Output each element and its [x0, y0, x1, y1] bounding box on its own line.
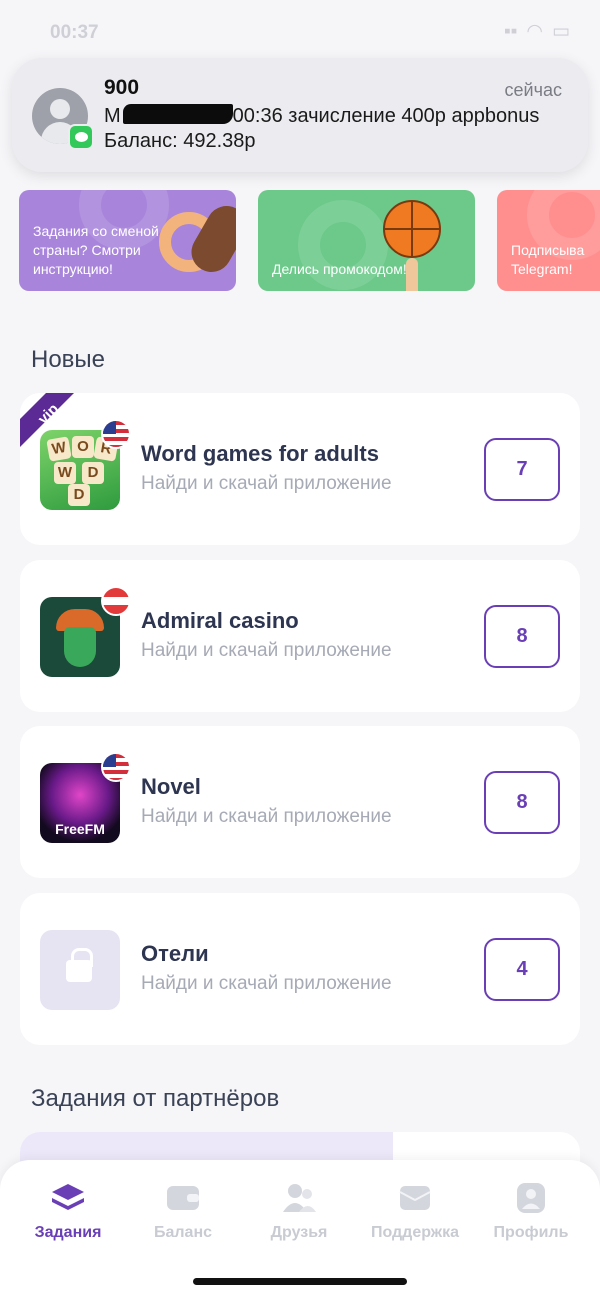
layers-icon — [52, 1184, 84, 1210]
promo-banner-promocode[interactable]: Делись промокодом! — [258, 190, 475, 291]
us-flag-icon — [101, 419, 131, 449]
promo-banner-country-change[interactable]: Задания со сменой страны? Смотри инструк… — [19, 190, 236, 291]
tab-label: Баланс — [153, 1224, 213, 1241]
lock-icon — [66, 948, 93, 982]
word-tile: W — [54, 462, 76, 484]
signal-icon: ▪▪ — [503, 20, 518, 42]
promo-banner-telegram[interactable]: Подписыва Telegram! — [497, 190, 600, 291]
task-card[interactable]: Admiral casino Найди и скачай приложение… — [20, 560, 580, 712]
banner-text: Делись промокодом! — [272, 261, 407, 277]
notification-balance: Баланс: 492.38р — [104, 130, 256, 152]
tab-profile[interactable]: Профиль — [471, 1182, 591, 1242]
basketball-icon — [383, 200, 441, 258]
wallet-icon — [167, 1186, 199, 1210]
tab-tasks[interactable]: Задания — [8, 1182, 128, 1242]
notification-message-prefix: M — [104, 105, 121, 127]
task-reward[interactable]: 4 — [484, 938, 560, 1001]
banner-text: Подписыва Telegram! — [511, 242, 585, 277]
battery-icon: ▭ — [552, 21, 570, 42]
finger-illustration-icon — [406, 258, 418, 291]
tab-support[interactable]: Поддержка — [355, 1182, 475, 1242]
home-indicator[interactable] — [193, 1278, 407, 1285]
task-subtitle: Найди и скачай приложение — [141, 973, 392, 994]
promo-banners-carousel[interactable]: Задания со сменой страны? Смотри инструк… — [19, 190, 600, 292]
task-name: Novel — [141, 774, 201, 799]
status-time: 00:37 — [50, 22, 99, 43]
mail-icon — [399, 1186, 431, 1210]
friends-icon — [283, 1184, 316, 1212]
status-bar: 00:37 ▪▪ ◠ ▭ — [0, 0, 600, 60]
tab-label: Задания — [34, 1224, 102, 1241]
sms-notification[interactable]: 900 сейчас M 00:36 зачисление 400р appbon… — [12, 58, 588, 172]
section-title-partners: Задания от партнёров — [31, 1085, 280, 1112]
tab-balance[interactable]: Баланс — [123, 1182, 243, 1242]
status-icons: ▪▪ ◠ ▭ — [504, 20, 570, 43]
task-subtitle: Найди и скачай приложение — [141, 806, 392, 827]
wifi-icon: ◠ — [527, 21, 543, 42]
redacted-block — [122, 104, 233, 124]
task-name: Admiral casino — [141, 608, 299, 633]
notification-sender: 900 — [104, 76, 140, 99]
task-reward[interactable]: 8 — [484, 771, 560, 834]
banner-text: Задания со сменой страны? Смотри инструк… — [33, 223, 159, 277]
app-icon-text: FreeFM — [55, 821, 105, 837]
notification-time: сейчас — [504, 80, 562, 100]
word-tile: W — [46, 436, 72, 462]
austria-flag-icon — [101, 586, 131, 616]
notification-message-text: 00:36 зачисление 400р appbonus — [232, 105, 540, 127]
profile-icon — [517, 1183, 545, 1213]
tab-friends[interactable]: Друзья — [239, 1182, 359, 1242]
messages-app-icon — [68, 124, 94, 150]
us-flag-icon — [101, 752, 131, 782]
section-title-new: Новые — [31, 346, 106, 373]
task-card[interactable]: Отели Найди и скачай приложение 4 — [20, 893, 580, 1045]
task-reward[interactable]: 7 — [484, 438, 560, 501]
tab-label: Профиль — [493, 1224, 569, 1241]
task-reward[interactable]: 8 — [484, 605, 560, 668]
hotels-app-icon — [40, 930, 120, 1010]
task-subtitle: Найди и скачай приложение — [141, 640, 392, 661]
task-name: Отели — [141, 941, 209, 966]
word-tile: D — [82, 462, 104, 484]
notification-message: M 00:36 зачисление 400р appbonus — [104, 104, 539, 128]
task-card[interactable]: vip W O R W D D Word games for adults На… — [20, 393, 580, 545]
word-tile: O — [72, 436, 94, 458]
word-tile: D — [68, 484, 90, 506]
task-card[interactable]: FreeFM Novel Найди и скачай приложение 8 — [20, 726, 580, 878]
task-name: Word games for adults — [141, 441, 379, 466]
tab-label: Друзья — [270, 1224, 328, 1241]
tab-label: Поддержка — [370, 1224, 460, 1241]
task-subtitle: Найди и скачай приложение — [141, 473, 392, 494]
